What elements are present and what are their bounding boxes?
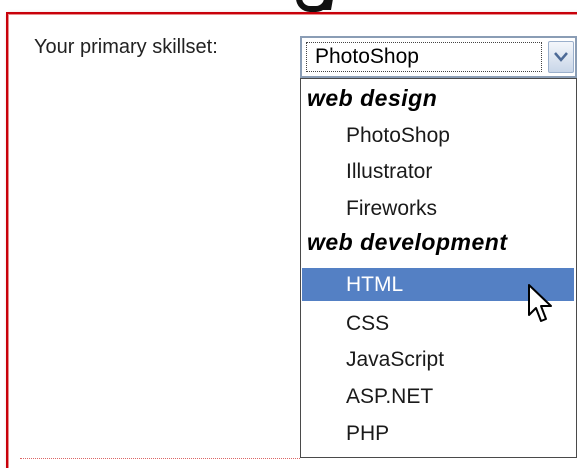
option-illustrator[interactable]: Illustrator (302, 155, 574, 188)
chevron-down-icon[interactable] (548, 41, 574, 73)
optgroup-web-development: web development (307, 229, 508, 255)
skillset-select[interactable]: PhotoShop (300, 36, 577, 78)
option-aspnet[interactable]: ASP.NET (302, 380, 574, 413)
select-current-value[interactable]: PhotoShop (306, 42, 542, 72)
skillset-label: Your primary skillset: (34, 36, 218, 58)
option-photoshop[interactable]: PhotoShop (302, 119, 574, 152)
option-fireworks[interactable]: Fireworks (302, 192, 574, 225)
page: Your primary skillset: PhotoShop web des… (0, 0, 577, 468)
cropped-heading-graphic (292, 0, 352, 12)
panel-bottom-edge (20, 458, 300, 468)
pointer-cursor-icon (527, 283, 553, 330)
optgroup-web-design: web design (307, 85, 438, 111)
option-php[interactable]: PHP (302, 417, 574, 450)
skillset-dropdown-list: web design PhotoShop Illustrator Firewor… (300, 78, 577, 458)
option-javascript[interactable]: JavaScript (302, 343, 574, 376)
